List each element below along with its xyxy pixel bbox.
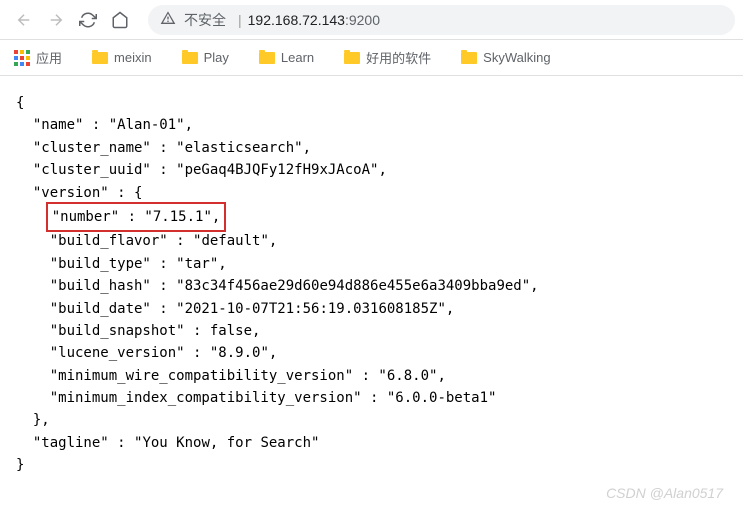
- json-name: Alan-01: [117, 117, 176, 133]
- apps-button[interactable]: 应用: [8, 44, 68, 71]
- divider: |: [238, 12, 242, 28]
- watermark: CSDN @Alan0517: [606, 485, 723, 501]
- bookmark-label: meixin: [114, 50, 152, 65]
- home-button[interactable]: [104, 4, 136, 36]
- reload-button[interactable]: [72, 4, 104, 36]
- json-build-hash: 83c34f456ae29d60e94d886e455e6a3409bba9ed: [185, 278, 522, 294]
- bookmark-meixin[interactable]: meixin: [86, 46, 158, 69]
- bookmark-label: SkyWalking: [483, 50, 550, 65]
- folder-icon: [259, 52, 275, 64]
- page-content: { "name" : "Alan-01", "cluster_name" : "…: [0, 76, 743, 493]
- bookmark-software[interactable]: 好用的软件: [338, 44, 437, 71]
- bookmark-skywalking[interactable]: SkyWalking: [455, 46, 556, 69]
- folder-icon: [461, 52, 477, 64]
- back-button[interactable]: [8, 4, 40, 36]
- warning-icon: [160, 10, 176, 29]
- json-cluster-uuid: peGaq4BJQFy12fH9xJAcoA: [185, 162, 370, 178]
- apps-label: 应用: [36, 48, 62, 67]
- forward-button[interactable]: [40, 4, 72, 36]
- address-bar[interactable]: 不安全 | 192.168.72.143:9200: [148, 5, 735, 35]
- json-build-snapshot: false: [210, 323, 252, 339]
- apps-icon: [14, 50, 30, 66]
- json-build-flavor: default: [201, 233, 260, 249]
- folder-icon: [344, 52, 360, 64]
- bookmarks-bar: 应用 meixin Play Learn 好用的软件 SkyWalking: [0, 40, 743, 76]
- json-build-type: tar: [185, 256, 210, 272]
- json-min-index-compat: 6.0.0-beta1: [395, 390, 488, 406]
- folder-icon: [92, 52, 108, 64]
- browser-toolbar: 不安全 | 192.168.72.143:9200: [0, 0, 743, 40]
- json-min-wire-compat: 6.8.0: [387, 368, 429, 384]
- version-number-highlight: "number" : "7.15.1",: [46, 202, 227, 232]
- folder-icon: [182, 52, 198, 64]
- json-build-date: 2021-10-07T21:56:19.031608185Z: [185, 301, 438, 317]
- bookmark-label: 好用的软件: [366, 48, 431, 67]
- bookmark-learn[interactable]: Learn: [253, 46, 320, 69]
- json-version-number: 7.15.1: [153, 209, 204, 225]
- url-host: 192.168.72.143: [248, 12, 345, 28]
- url-port: :9200: [345, 12, 380, 28]
- bookmark-label: Play: [204, 50, 229, 65]
- bookmark-label: Learn: [281, 50, 314, 65]
- json-lucene-version: 8.9.0: [218, 345, 260, 361]
- security-label: 不安全: [184, 10, 226, 30]
- json-tagline: You Know, for Search: [142, 435, 311, 451]
- json-cluster-name: elasticsearch: [185, 140, 295, 156]
- bookmark-play[interactable]: Play: [176, 46, 235, 69]
